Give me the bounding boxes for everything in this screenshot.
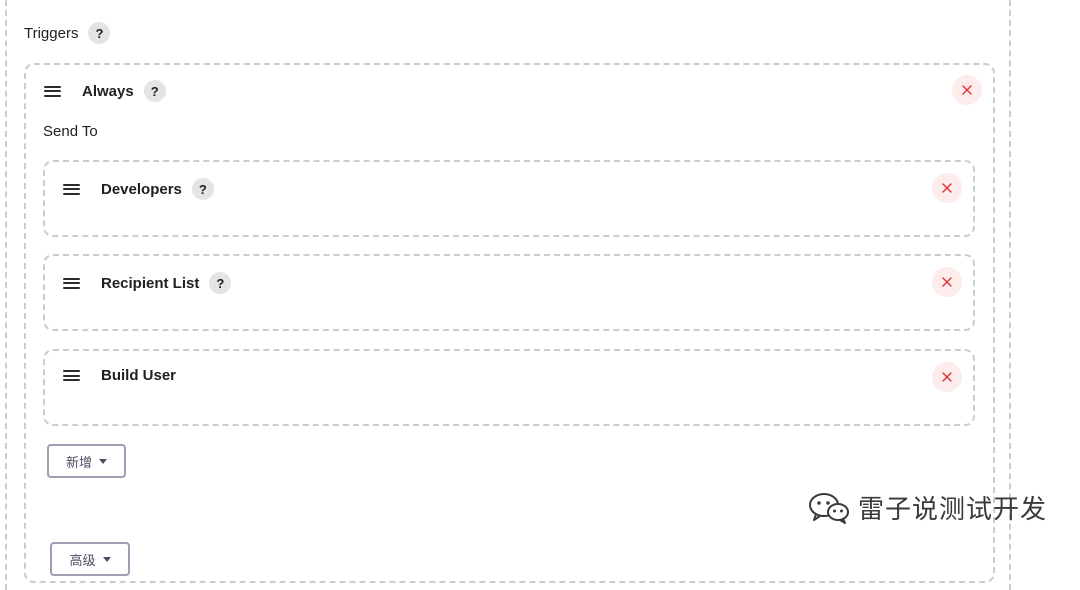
help-icon[interactable]: ? bbox=[191, 178, 214, 200]
close-icon bbox=[962, 85, 972, 95]
watermark-text: 雷子说测试开发 bbox=[858, 495, 1048, 525]
remove-trigger-button[interactable] bbox=[952, 75, 982, 105]
close-icon bbox=[942, 277, 952, 287]
recipient-title: Build User bbox=[101, 367, 177, 384]
drag-handle-icon[interactable] bbox=[63, 370, 80, 381]
caret-down-icon bbox=[99, 458, 107, 464]
recipient-card-header: Recipient List ? bbox=[63, 272, 232, 294]
add-button-label: 新增 bbox=[65, 454, 92, 470]
drag-handle-icon[interactable] bbox=[63, 183, 80, 195]
recipient-card-header: Build User bbox=[63, 367, 176, 384]
recipient-title: Developers bbox=[101, 180, 182, 198]
triggers-heading: Triggers ? bbox=[24, 22, 111, 44]
recipient-title: Recipient List bbox=[101, 274, 200, 292]
remove-recipient-button[interactable] bbox=[932, 362, 962, 392]
wechat-logo-icon bbox=[809, 492, 849, 524]
drag-handle-icon[interactable] bbox=[44, 85, 61, 97]
trigger-card-header: Always ? bbox=[44, 80, 166, 102]
add-recipient-dropdown-button[interactable]: 新增 bbox=[47, 444, 126, 478]
recipient-card-header: Developers ? bbox=[63, 178, 214, 200]
advanced-button-label: 高级 bbox=[69, 552, 96, 568]
recipient-card-build-user bbox=[43, 349, 975, 426]
help-icon[interactable]: ? bbox=[209, 272, 232, 294]
close-icon bbox=[942, 372, 952, 382]
send-to-label: Send To bbox=[43, 123, 98, 140]
caret-down-icon bbox=[102, 556, 111, 562]
triggers-label: Triggers bbox=[24, 24, 79, 42]
help-icon[interactable]: ? bbox=[88, 22, 111, 44]
trigger-title: Always bbox=[82, 82, 134, 100]
remove-recipient-button[interactable] bbox=[932, 173, 962, 203]
advanced-dropdown-button[interactable]: 高级 bbox=[50, 542, 130, 576]
watermark: 雷子说测试开发 bbox=[808, 489, 1047, 526]
close-icon bbox=[942, 183, 952, 193]
help-icon[interactable]: ? bbox=[143, 80, 166, 102]
drag-handle-icon[interactable] bbox=[63, 277, 80, 289]
remove-recipient-button[interactable] bbox=[932, 267, 962, 297]
